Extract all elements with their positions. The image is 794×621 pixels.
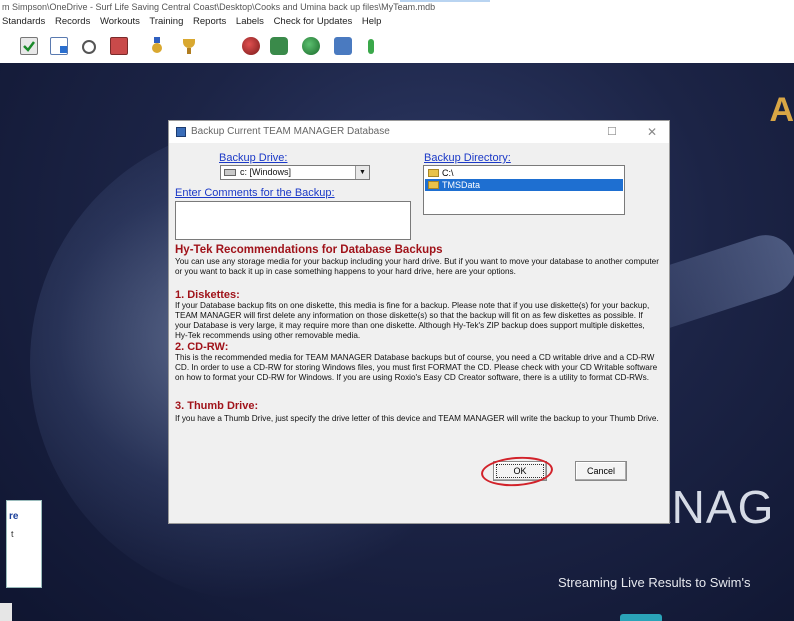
stopwatch-icon[interactable] [80,37,98,55]
backup-directory-label: Backup Directory: [424,152,511,164]
window-title: m Simpson\OneDrive - Surf Life Saving Ce… [2,2,436,12]
section-text-cd-rw: This is the recommended media for TEAM M… [175,353,658,382]
calendar-icon[interactable] [110,37,128,55]
people-transfer-icon[interactable] [334,37,352,55]
menu-labels[interactable]: Labels [236,16,264,27]
directory-item-label: C:\ [442,168,454,178]
chevron-down-icon[interactable]: ▼ [355,166,369,179]
folder-open-icon [428,181,439,189]
directory-item-label: TMSData [442,180,481,190]
maximize-icon[interactable]: ☐ [607,121,617,143]
backup-drive-select[interactable]: c: [Windows] ▼ [220,165,370,180]
menu-standards[interactable]: Standards [2,16,45,27]
annotation-circle [480,454,554,489]
menu-records[interactable]: Records [55,16,90,27]
recommendations-intro: You can use any storage media for your b… [175,257,659,276]
dialog-title-bar: Backup Current TEAM MANAGER Database ☐ ✕ [169,121,669,143]
menu-training[interactable]: Training [149,16,183,27]
menu-check-for-updates[interactable]: Check for Updates [274,16,353,27]
folder-open-icon [428,169,439,177]
window-title-bar: m Simpson\OneDrive - Surf Life Saving Ce… [0,0,794,14]
comments-input[interactable] [175,201,411,240]
backup-dialog: Backup Current TEAM MANAGER Database ☐ ✕… [168,120,670,524]
splash-bottom-button[interactable] [620,614,662,621]
toolbar [0,29,794,64]
backup-directory-list[interactable]: C:\ TMSData [423,165,625,215]
recommendations-heading: Hy-Tek Recommendations for Database Back… [175,244,443,256]
menu-workouts[interactable]: Workouts [100,16,140,27]
backup-drive-label: Backup Drive: [219,152,288,164]
side-popup-card[interactable]: re t [6,500,42,588]
globe-icon[interactable] [242,37,260,55]
dialog-title: Backup Current TEAM MANAGER Database [191,126,390,137]
cancel-button[interactable]: Cancel [575,461,627,481]
side-popup-text-1: re [9,511,19,522]
side-popup-text-2: t [11,529,14,539]
section-text-diskettes: If your Database backup fits on one disk… [175,301,650,340]
document-icon[interactable] [50,37,68,55]
side-strip [0,603,12,621]
check-icon[interactable] [20,37,38,55]
app-icon [176,127,186,137]
people-icon[interactable] [270,37,288,55]
section-text-thumb-drive: If you have a Thumb Drive, just specify … [175,414,659,423]
backup-drive-value: c: [Windows] [240,167,292,177]
menu-bar: Standards Records Workouts Training Repo… [0,14,794,29]
drive-icon [224,169,236,176]
menu-help[interactable]: Help [362,16,382,27]
section-heading-diskettes: 1. Diskettes: [175,289,240,301]
medal-icon[interactable] [148,37,166,55]
globe-check-icon[interactable] [302,37,320,55]
sprout-icon[interactable] [362,37,380,55]
close-icon[interactable]: ✕ [647,121,657,143]
directory-item-tmsdata[interactable]: TMSData [425,179,623,191]
section-heading-cd-rw: 2. CD-RW: [175,341,229,353]
section-heading-thumb-drive: 3. Thumb Drive: [175,400,259,412]
comments-label: Enter Comments for the Backup: [175,187,335,199]
directory-item-c[interactable]: C:\ [425,167,623,179]
trophy-icon[interactable] [180,37,198,55]
brand-mark: A [769,91,794,129]
brand-tagline: Streaming Live Results to Swim's [558,575,751,590]
title-accent-line [400,0,490,2]
dialog-body: Backup Drive: c: [Windows] ▼ Backup Dire… [169,143,669,523]
menu-reports[interactable]: Reports [193,16,226,27]
